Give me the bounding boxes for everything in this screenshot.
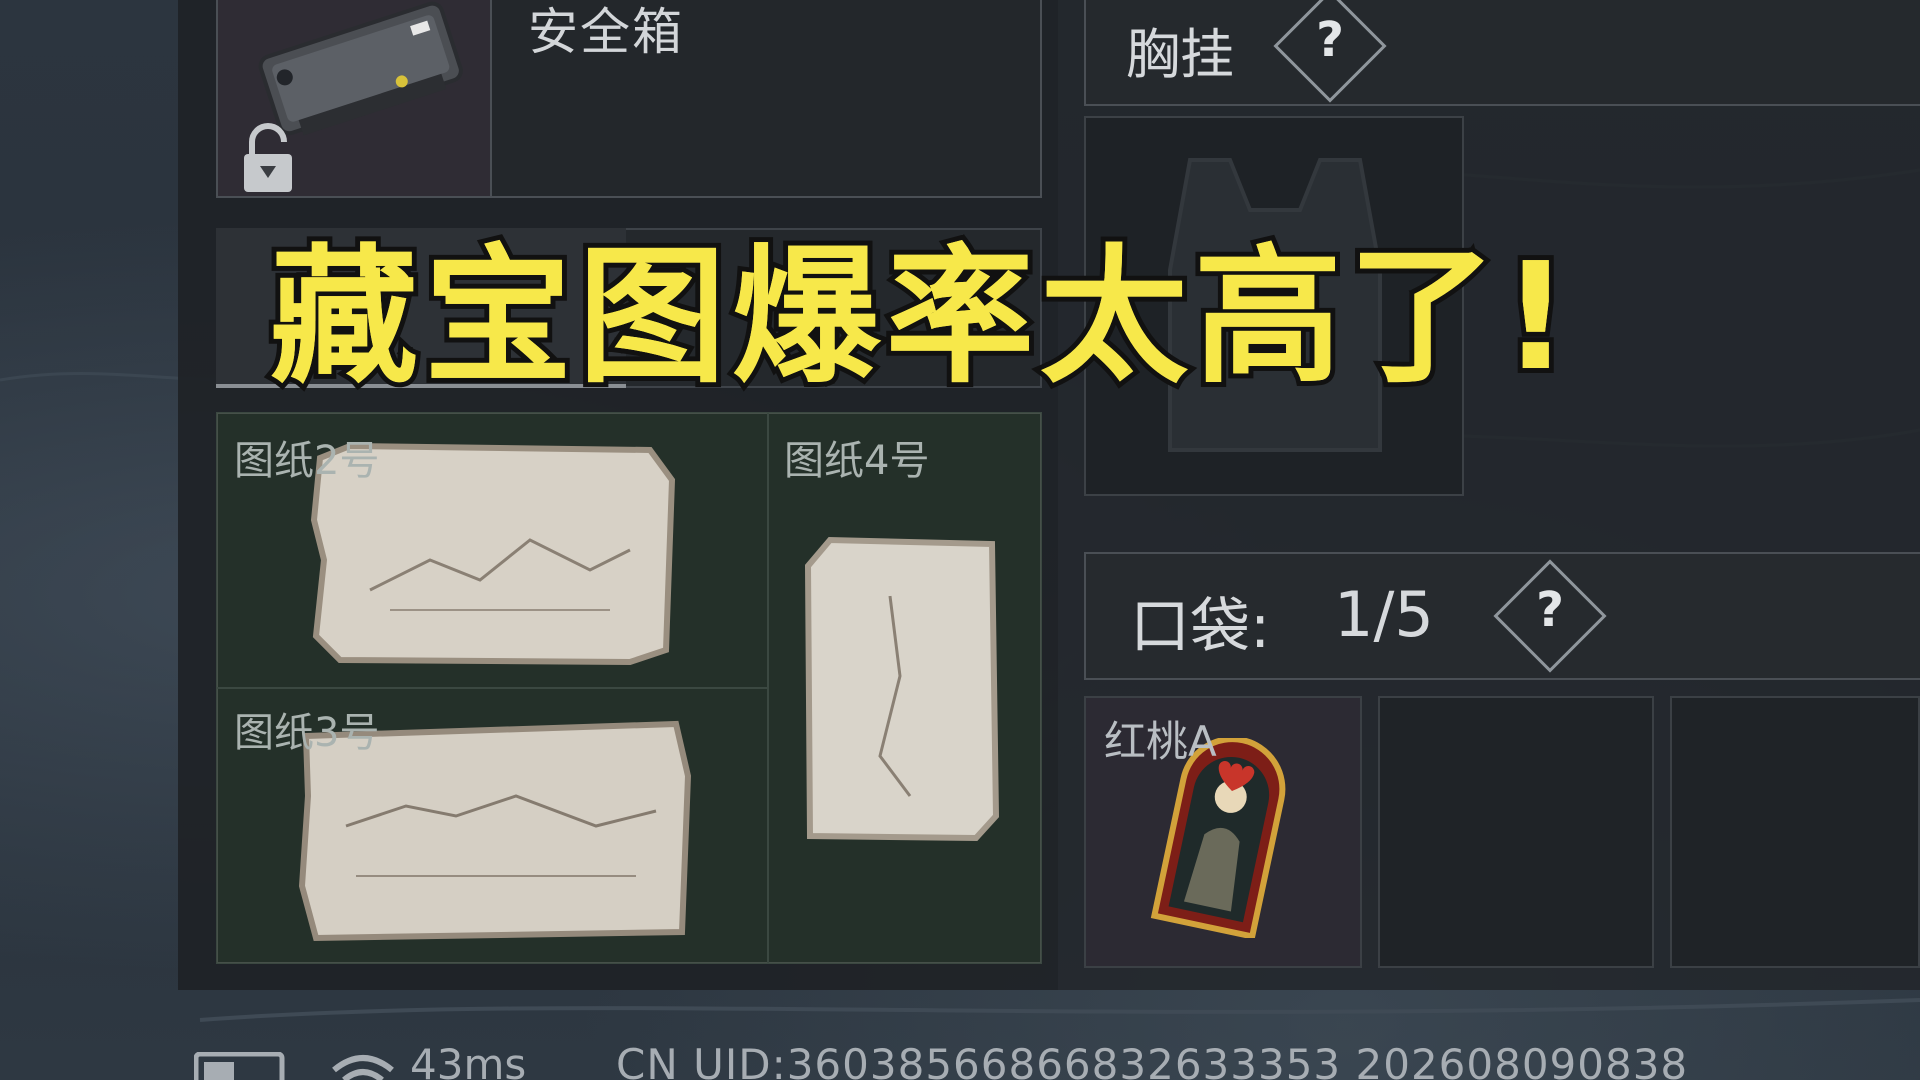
map-label-3: 图纸3号 [234,710,380,756]
safe-box-label: 安全箱 [528,3,684,61]
paper-map-icon [804,536,1000,842]
lock-icon [244,123,292,192]
overlay-caption: 藏宝图爆率太高了! [270,231,1576,403]
map-label-2: 图纸2号 [234,438,380,484]
chest-rig-label: 胸挂 [1126,23,1234,86]
help-icon: ? [1536,582,1564,638]
pocket-label: 口袋: [1130,592,1271,662]
uid-readout: CN UID:36038566866832633353 202608090838 [616,1040,1689,1080]
pocket-slot-2[interactable] [1378,696,1654,968]
battery-icon [194,1052,285,1080]
map-label-4: 图纸4号 [784,438,930,484]
ping-readout: 43ms [410,1040,527,1080]
pocket-count: 1/5 [1334,578,1434,651]
pocket-slot-3[interactable] [1670,696,1920,968]
pocket-item-label: 红桃A [1104,717,1217,766]
wifi-icon [332,1055,394,1080]
help-icon: ? [1316,12,1344,68]
